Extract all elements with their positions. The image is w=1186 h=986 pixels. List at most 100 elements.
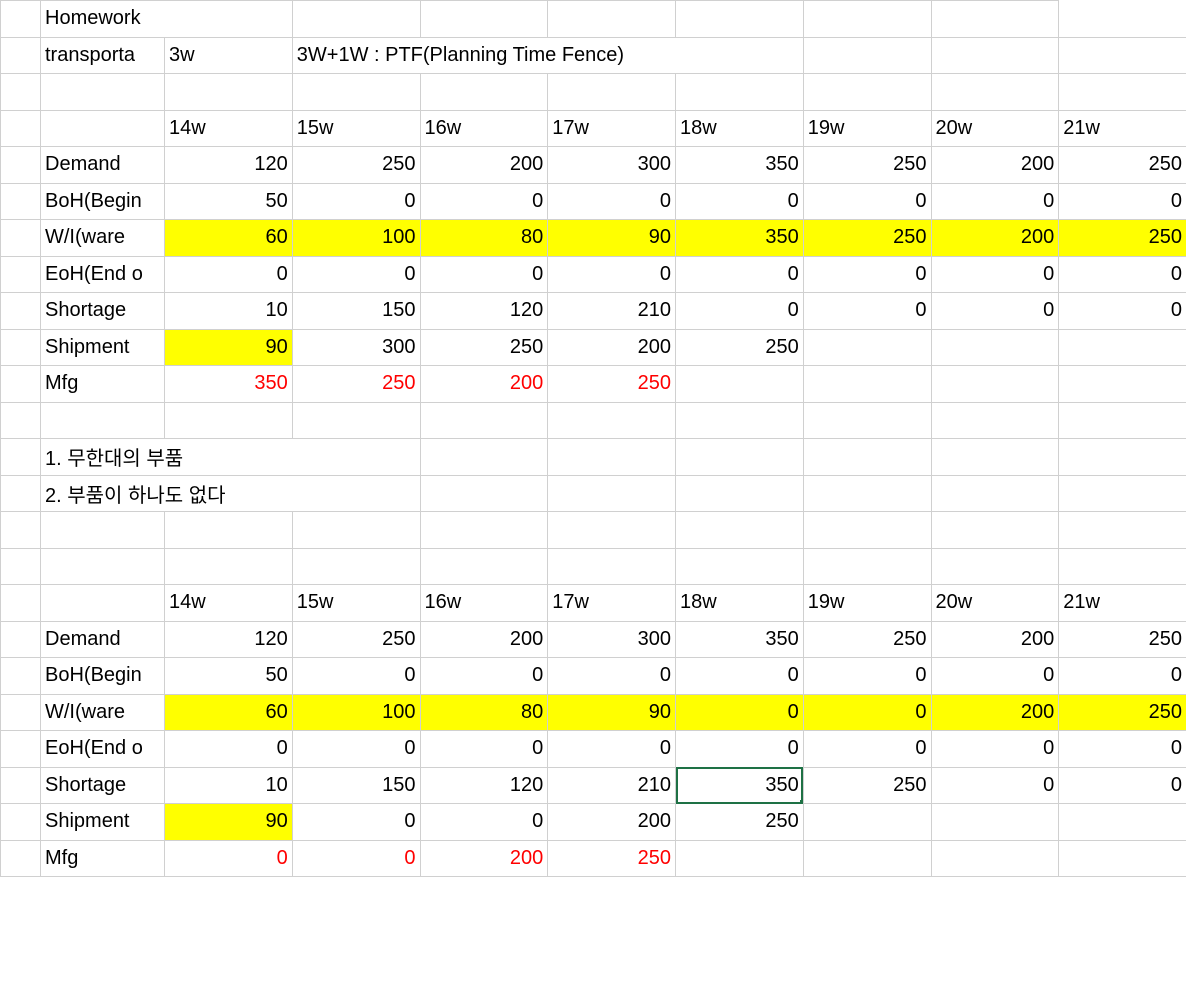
data-cell[interactable]: 200	[548, 329, 676, 366]
selected-cell[interactable]: 350	[676, 767, 804, 804]
data-cell[interactable]: 200	[931, 220, 1059, 257]
data-cell[interactable]: 0	[1059, 293, 1186, 330]
data-cell[interactable]: 250	[803, 767, 931, 804]
data-cell[interactable]: 120	[420, 293, 548, 330]
data-cell[interactable]: 0	[292, 804, 420, 841]
t1-week[interactable]: 14w	[165, 110, 293, 147]
data-cell[interactable]: 0	[931, 731, 1059, 768]
data-cell[interactable]: 200	[931, 621, 1059, 658]
data-cell[interactable]: 0	[803, 694, 931, 731]
row-label[interactable]: W/I(ware	[41, 220, 165, 257]
t2-week[interactable]: 21w	[1059, 585, 1186, 622]
t2-week[interactable]: 17w	[548, 585, 676, 622]
row-label[interactable]: BoH(Begin	[41, 183, 165, 220]
data-cell[interactable]	[931, 366, 1059, 403]
data-cell[interactable]: 0	[676, 694, 804, 731]
data-cell[interactable]: 0	[1059, 658, 1186, 695]
row-label[interactable]: Shipment	[41, 804, 165, 841]
data-cell[interactable]: 0	[165, 731, 293, 768]
data-cell[interactable]: 350	[676, 147, 804, 184]
data-cell[interactable]: 200	[420, 840, 548, 877]
data-cell[interactable]: 250	[548, 366, 676, 403]
data-cell[interactable]: 0	[676, 658, 804, 695]
t2-week[interactable]: 14w	[165, 585, 293, 622]
row-label[interactable]: Shortage	[41, 767, 165, 804]
note-2[interactable]: 2. 부품이 하나도 없다	[41, 475, 421, 512]
data-cell[interactable]: 0	[548, 731, 676, 768]
row-label[interactable]: EoH(End o	[41, 731, 165, 768]
data-cell[interactable]	[1059, 329, 1186, 366]
data-cell[interactable]: 250	[292, 621, 420, 658]
data-cell[interactable]: 0	[420, 658, 548, 695]
data-cell[interactable]: 0	[676, 256, 804, 293]
data-cell[interactable]	[676, 366, 804, 403]
note-1[interactable]: 1. 무한대의 부품	[41, 439, 421, 476]
data-cell[interactable]: 0	[1059, 731, 1186, 768]
data-cell[interactable]: 210	[548, 293, 676, 330]
t1-week[interactable]: 18w	[676, 110, 804, 147]
t2-week[interactable]: 15w	[292, 585, 420, 622]
data-cell[interactable]: 0	[676, 731, 804, 768]
data-cell[interactable]: 0	[931, 183, 1059, 220]
data-cell[interactable]	[676, 840, 804, 877]
data-cell[interactable]: 0	[165, 840, 293, 877]
t1-week[interactable]: 17w	[548, 110, 676, 147]
cell-ptf[interactable]: 3W+1W : PTF(Planning Time Fence)	[292, 37, 803, 74]
data-cell[interactable]	[1059, 840, 1186, 877]
data-cell[interactable]: 250	[1059, 220, 1186, 257]
data-cell[interactable]: 10	[165, 293, 293, 330]
data-cell[interactable]: 350	[676, 220, 804, 257]
data-cell[interactable]: 0	[931, 293, 1059, 330]
data-cell[interactable]: 0	[292, 840, 420, 877]
row-label[interactable]: Shipment	[41, 329, 165, 366]
data-cell[interactable]: 0	[931, 256, 1059, 293]
data-cell[interactable]: 250	[420, 329, 548, 366]
data-cell[interactable]: 0	[420, 731, 548, 768]
data-cell[interactable]: 250	[676, 329, 804, 366]
data-cell[interactable]: 200	[931, 147, 1059, 184]
data-cell[interactable]: 300	[548, 621, 676, 658]
row-label[interactable]: Mfg	[41, 366, 165, 403]
data-cell[interactable]: 0	[548, 658, 676, 695]
cell-3w[interactable]: 3w	[165, 37, 293, 74]
data-cell[interactable]	[931, 840, 1059, 877]
data-cell[interactable]: 0	[292, 256, 420, 293]
data-cell[interactable]: 0	[803, 183, 931, 220]
data-cell[interactable]	[931, 804, 1059, 841]
data-cell[interactable]: 0	[931, 767, 1059, 804]
data-cell[interactable]: 200	[548, 804, 676, 841]
data-cell[interactable]: 150	[292, 293, 420, 330]
data-cell[interactable]: 200	[420, 366, 548, 403]
data-cell[interactable]: 0	[420, 183, 548, 220]
data-cell[interactable]: 250	[548, 840, 676, 877]
data-cell[interactable]	[803, 804, 931, 841]
data-cell[interactable]: 120	[165, 621, 293, 658]
t1-week[interactable]: 21w	[1059, 110, 1186, 147]
data-cell[interactable]: 50	[165, 658, 293, 695]
data-cell[interactable]: 0	[803, 256, 931, 293]
data-cell[interactable]: 0	[803, 658, 931, 695]
data-cell[interactable]: 250	[292, 147, 420, 184]
data-cell[interactable]: 250	[803, 621, 931, 658]
data-cell[interactable]: 200	[420, 147, 548, 184]
data-cell[interactable]: 0	[676, 293, 804, 330]
data-cell[interactable]: 0	[803, 293, 931, 330]
row-label[interactable]: Demand	[41, 621, 165, 658]
data-cell[interactable]: 0	[548, 256, 676, 293]
data-cell[interactable]: 250	[803, 147, 931, 184]
data-cell[interactable]: 90	[165, 329, 293, 366]
row-label[interactable]: EoH(End o	[41, 256, 165, 293]
data-cell[interactable]: 250	[292, 366, 420, 403]
data-cell[interactable]: 100	[292, 694, 420, 731]
cell-transport-label[interactable]: transporta	[41, 37, 165, 74]
t2-week[interactable]: 19w	[803, 585, 931, 622]
data-cell[interactable]	[931, 329, 1059, 366]
data-cell[interactable]: 0	[1059, 256, 1186, 293]
t2-week[interactable]: 18w	[676, 585, 804, 622]
data-cell[interactable]	[1059, 366, 1186, 403]
data-cell[interactable]: 350	[676, 621, 804, 658]
data-cell[interactable]: 210	[548, 767, 676, 804]
data-cell[interactable]: 0	[292, 731, 420, 768]
t1-week[interactable]: 20w	[931, 110, 1059, 147]
data-cell[interactable]: 0	[1059, 183, 1186, 220]
